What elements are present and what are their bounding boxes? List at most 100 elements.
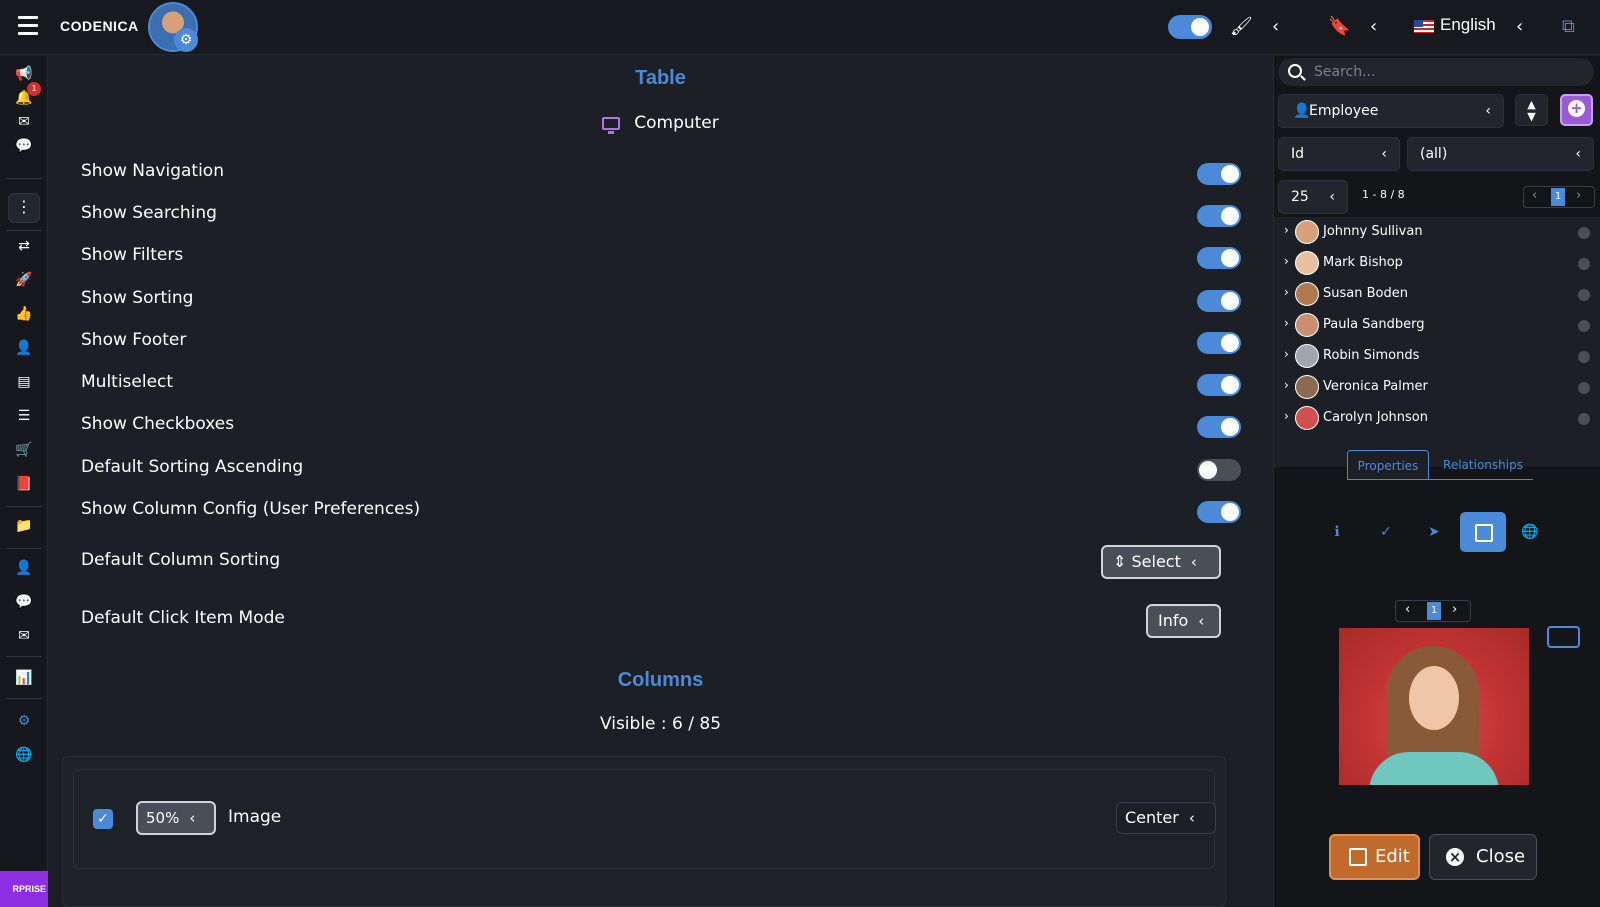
chevron-left-icon[interactable]: ‹ bbox=[1516, 14, 1523, 40]
list-item[interactable]: › Mark Bishop bbox=[1274, 248, 1600, 278]
list-item[interactable]: › Veronica Palmer bbox=[1274, 372, 1600, 402]
globe-icon[interactable]: 🌐 bbox=[14, 745, 34, 765]
column-width-select[interactable]: 50% ‹ bbox=[136, 801, 216, 835]
user-check-icon[interactable]: 👤 bbox=[14, 338, 34, 358]
chat-icon[interactable]: 💬 bbox=[14, 136, 34, 156]
folder-icon[interactable]: 📁 bbox=[14, 516, 34, 536]
tab-relationships[interactable]: Relationships bbox=[1433, 450, 1533, 480]
filter-value: (all) bbox=[1420, 146, 1448, 162]
book-icon[interactable]: 📕 bbox=[14, 474, 34, 494]
chevron-right-icon[interactable]: › bbox=[1284, 254, 1289, 268]
prev-image-icon[interactable]: ‹ bbox=[1405, 602, 1410, 617]
search-placeholder: Search... bbox=[1314, 64, 1376, 80]
close-button[interactable]: Close bbox=[1429, 834, 1537, 880]
option-switch[interactable] bbox=[1197, 163, 1241, 185]
list-item[interactable]: › Johnny Sullivan bbox=[1274, 217, 1600, 247]
theme-toggle[interactable] bbox=[1168, 15, 1212, 39]
enterprise-badge[interactable]: RPRISE bbox=[0, 871, 48, 907]
megaphone-icon[interactable]: 📢 bbox=[14, 64, 34, 84]
filter-field-select[interactable]: Id ‹ bbox=[1278, 137, 1400, 171]
chevron-right-icon[interactable]: › bbox=[1284, 409, 1289, 423]
status-dot bbox=[1578, 382, 1590, 394]
external-link-icon[interactable] bbox=[1547, 626, 1580, 648]
next-image-icon[interactable]: › bbox=[1452, 602, 1457, 617]
settings-gear-icon[interactable]: ⚙ bbox=[174, 28, 198, 52]
chart-bar-icon[interactable]: 📊 bbox=[14, 668, 34, 688]
chevron-left-icon: ‹ bbox=[1381, 146, 1387, 162]
entity-select[interactable]: 👤 Employee ‹ bbox=[1278, 94, 1504, 128]
location-arrow-icon[interactable]: ➤ bbox=[1424, 522, 1444, 542]
option-switch[interactable] bbox=[1197, 332, 1241, 354]
chevron-right-icon[interactable]: › bbox=[1284, 223, 1289, 237]
device-selector[interactable]: Computer bbox=[48, 113, 1273, 134]
list-item[interactable]: › Robin Simonds bbox=[1274, 341, 1600, 371]
list-item[interactable]: › Susan Boden bbox=[1274, 279, 1600, 309]
column-align-select[interactable]: Center ‹ bbox=[1116, 802, 1216, 834]
chevron-left-icon: ‹ bbox=[189, 809, 196, 827]
option-switch[interactable] bbox=[1197, 501, 1241, 523]
search-input[interactable]: Search... bbox=[1278, 58, 1594, 86]
filter-value-select[interactable]: (all) ‹ bbox=[1407, 137, 1594, 171]
user-tie-icon[interactable]: 👤 bbox=[14, 558, 34, 578]
note-icon[interactable]: ▤ bbox=[14, 372, 34, 392]
main-content: Table Computer Show Navigation Show Sear… bbox=[48, 56, 1273, 907]
list-check-icon[interactable]: ☰ bbox=[14, 406, 34, 426]
option-switch[interactable] bbox=[1197, 247, 1241, 269]
bookmark-icon[interactable]: 🔖 bbox=[1328, 14, 1350, 40]
column-checkbox[interactable]: ✓ bbox=[93, 809, 113, 829]
page-size-select[interactable]: 25 ‹ bbox=[1278, 180, 1348, 214]
status-dot bbox=[1578, 258, 1590, 270]
tab-properties[interactable]: Properties bbox=[1347, 450, 1429, 480]
option-switch[interactable] bbox=[1197, 374, 1241, 396]
gear-icon[interactable]: ⚙ bbox=[14, 711, 34, 731]
check-double-icon[interactable]: ✓ bbox=[1376, 522, 1396, 542]
option-switch[interactable] bbox=[1197, 290, 1241, 312]
sorting-select[interactable]: ⇕ Select ‹ bbox=[1101, 545, 1221, 579]
menu-icon[interactable] bbox=[18, 16, 38, 38]
prev-page-icon[interactable]: ‹ bbox=[1532, 188, 1537, 203]
rocket-icon[interactable]: 🚀 bbox=[14, 270, 34, 290]
envelope-icon[interactable]: ✉ bbox=[14, 626, 34, 646]
mail-icon[interactable]: ✉ bbox=[14, 112, 34, 132]
option-switch[interactable] bbox=[1197, 416, 1241, 438]
more-vertical-icon[interactable]: ⋮ bbox=[8, 193, 40, 223]
image-icon[interactable] bbox=[1460, 512, 1506, 552]
brush-icon[interactable]: 🖌 bbox=[1230, 14, 1253, 40]
globe-icon[interactable]: 🌐 bbox=[1520, 522, 1540, 542]
chevron-right-icon[interactable]: › bbox=[1284, 347, 1289, 361]
sorting-select-value: Select bbox=[1131, 552, 1181, 571]
tab-underline bbox=[1347, 479, 1533, 480]
avatar bbox=[1295, 220, 1319, 244]
list-item[interactable]: › Carolyn Johnson bbox=[1274, 403, 1600, 433]
sitemap-icon[interactable]: ⧉ bbox=[1562, 14, 1575, 40]
current-page[interactable]: 1 bbox=[1551, 188, 1565, 206]
current-image-page[interactable]: 1 bbox=[1427, 602, 1441, 620]
option-switch[interactable] bbox=[1197, 205, 1241, 227]
edit-button[interactable]: Edit bbox=[1329, 834, 1420, 880]
avatar bbox=[1295, 282, 1319, 306]
click-mode-select[interactable]: Info ‹ bbox=[1146, 604, 1221, 638]
sidebar-divider bbox=[6, 178, 42, 179]
chevron-right-icon[interactable]: › bbox=[1284, 316, 1289, 330]
edit-label: Edit bbox=[1375, 846, 1410, 867]
option-row: Show Footer bbox=[81, 327, 1241, 357]
option-switch[interactable] bbox=[1197, 459, 1241, 481]
info-icon[interactable]: ℹ bbox=[1327, 522, 1347, 542]
list-item[interactable]: › Paula Sandberg bbox=[1274, 310, 1600, 340]
next-page-icon[interactable]: › bbox=[1576, 188, 1581, 203]
language-selector[interactable]: English bbox=[1440, 15, 1496, 35]
chevron-left-icon[interactable]: ‹ bbox=[1272, 14, 1279, 40]
sidebar-divider bbox=[6, 230, 42, 231]
chevron-right-icon[interactable]: › bbox=[1284, 285, 1289, 299]
chevron-left-icon[interactable]: ‹ bbox=[1370, 14, 1377, 40]
exchange-icon[interactable]: ⇄ bbox=[14, 236, 34, 256]
chevron-right-icon[interactable]: › bbox=[1284, 378, 1289, 392]
cart-icon[interactable]: 🛒 bbox=[14, 440, 34, 460]
close-label: Close bbox=[1476, 846, 1526, 867]
sort-icon: ⇕ bbox=[1113, 552, 1132, 571]
comment-icon[interactable]: 💬 bbox=[14, 592, 34, 612]
sort-toggle-icon[interactable]: ▲ ▼ bbox=[1515, 94, 1548, 126]
thumbs-up-icon[interactable]: 👍 bbox=[14, 304, 34, 324]
add-button[interactable] bbox=[1560, 94, 1593, 126]
entity-value: Employee bbox=[1309, 103, 1379, 119]
